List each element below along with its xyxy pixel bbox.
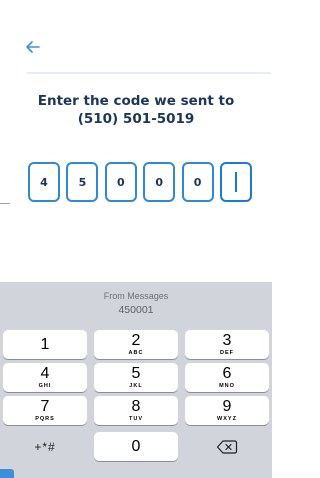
phone-number: (510) 501-5019 (77, 111, 195, 127)
delete-key[interactable] (185, 432, 269, 461)
key-0[interactable]: 0 (94, 432, 178, 461)
verification-code-input[interactable]: 4 5 0 0 0 (28, 162, 252, 202)
key-7[interactable]: 7 PQRS (3, 396, 87, 425)
key-6[interactable]: 6 MNO (185, 363, 269, 392)
key-2[interactable]: 2 ABC (94, 330, 178, 359)
key-9[interactable]: 9 WXYZ (185, 396, 269, 425)
key-3[interactable]: 3 DEF (185, 330, 269, 359)
key-1[interactable]: 1 (3, 330, 87, 359)
key-8[interactable]: 8 TUV (94, 396, 178, 425)
text-caret (234, 172, 237, 192)
key-5[interactable]: 5 JKL (94, 363, 178, 392)
code-digit-4[interactable]: 0 (143, 162, 176, 202)
symbols-key[interactable]: +*# (3, 432, 87, 461)
suggestion-code: 450001 (118, 304, 154, 316)
code-digit-6[interactable] (219, 162, 252, 202)
header-divider (27, 72, 271, 74)
backspace-icon (216, 439, 238, 454)
back-button[interactable] (22, 34, 48, 60)
page-title: Enter the code we sent to (510) 501-5019 (0, 92, 272, 128)
suggestion-label: From Messages (103, 291, 169, 301)
arrow-left-icon (26, 41, 40, 53)
key-4[interactable]: 4 GHI (3, 363, 87, 392)
title-line-1: Enter the code we sent to (37, 93, 235, 109)
code-digit-2[interactable]: 5 (66, 162, 99, 202)
edge-marker (0, 203, 10, 204)
overlay-badge (0, 469, 14, 478)
code-digit-1[interactable]: 4 (28, 162, 60, 202)
code-digit-3[interactable]: 0 (104, 162, 137, 202)
code-digit-5[interactable]: 0 (181, 162, 214, 202)
numeric-keyboard: From Messages 450001 1 2 ABC 3 DEF 4 GHI… (0, 282, 272, 478)
autofill-suggestion[interactable]: From Messages 450001 (0, 290, 272, 317)
